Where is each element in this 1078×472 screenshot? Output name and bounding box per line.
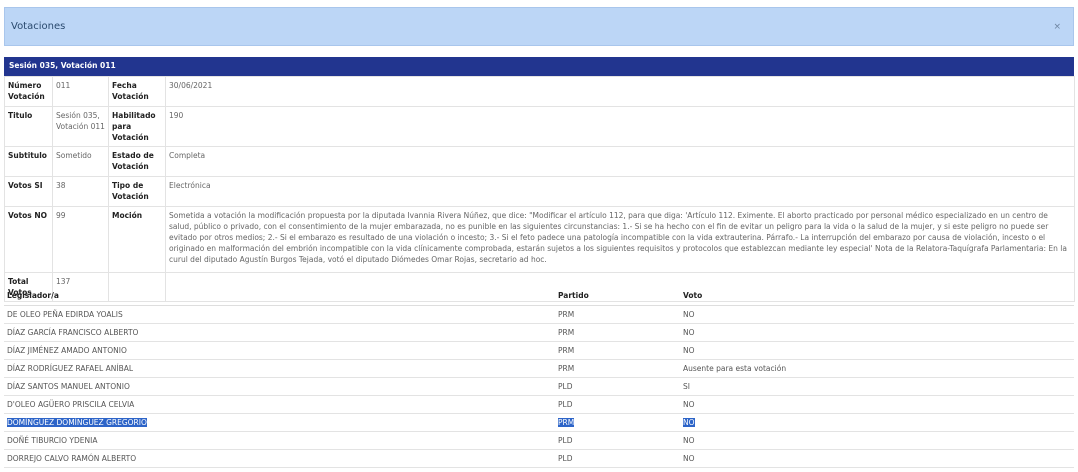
session-heading: Sesión 035, Votación 011	[4, 57, 1074, 76]
table-row: DORREJO CALVO RAMÓN ALBERTO PLD NO	[4, 449, 1074, 468]
legislator-link[interactable]: DÍAZ GARCÍA FRANCISCO ALBERTO	[4, 323, 555, 342]
table-row: DÍAZ GARCÍA FRANCISCO ALBERTO PRM NO	[4, 323, 1074, 342]
subtitulo-label: Subtitulo	[4, 146, 53, 177]
vote-cell: NO	[680, 395, 1074, 414]
numero-value: 011	[52, 76, 109, 107]
party-cell: PLD	[555, 395, 680, 414]
legislator-link[interactable]: DE OLEO PEÑA EDIRDA YOALIS	[4, 305, 555, 324]
modal-title: Votaciones	[11, 21, 66, 32]
party-cell: PRM	[555, 341, 680, 360]
table-row: DÍAZ SANTOS MANUEL ANTONIO PLD SI	[4, 377, 1074, 396]
vote-cell: Ausente para esta votación	[680, 359, 1074, 378]
party-cell: PLD	[555, 431, 680, 450]
votos-si-label: Votos SI	[4, 176, 53, 207]
votos-no-label: Votos NO	[4, 206, 53, 273]
header-voto: Voto	[680, 288, 1074, 306]
habilitado-value: 190	[165, 106, 1075, 147]
vote-cell: NO	[680, 305, 1074, 324]
tipo-value: Electrónica	[165, 176, 1075, 207]
table-row: DE OLEO PEÑA EDIRDA YOALIS PRM NO	[4, 305, 1074, 324]
vote-cell: NO	[680, 323, 1074, 342]
voting-details-table: Número Votación 011 Fecha Votación 30/06…	[4, 76, 1075, 302]
party-cell: PRM	[555, 359, 680, 378]
legislator-link[interactable]: DÍAZ RODRÍGUEZ RAFAEL ANÍBAL	[4, 359, 555, 378]
fecha-value: 30/06/2021	[165, 76, 1075, 107]
habilitado-label: Habilitado para Votación	[108, 106, 166, 147]
party-cell: PLD	[555, 377, 680, 396]
party-cell: PRM	[558, 418, 575, 427]
legislator-link[interactable]: DOÑÉ TIBURCIO YDENIA	[4, 431, 555, 450]
subtitulo-value: Sometido	[52, 146, 109, 177]
table-row: DÍAZ RODRÍGUEZ RAFAEL ANÍBAL PRM Ausente…	[4, 359, 1074, 378]
legislator-link[interactable]: DORREJO CALVO RAMÓN ALBERTO	[4, 449, 555, 468]
close-icon[interactable]: ×	[1053, 22, 1061, 32]
party-cell: PLD	[555, 449, 680, 468]
votos-no-value: 99	[52, 206, 109, 273]
mocion-label: Moción	[108, 206, 166, 273]
legislator-link[interactable]: DOMÍNGUEZ DOMÍNGUEZ GREGORIO	[7, 418, 147, 427]
header-partido: Partido	[555, 288, 680, 306]
numero-label: Número Votación	[4, 76, 53, 107]
votos-si-value: 38	[52, 176, 109, 207]
vote-cell: NO	[680, 341, 1074, 360]
table-row: D'OLEO AGÜERO PRISCILA CELVIA PLD NO	[4, 395, 1074, 414]
vote-cell: NO	[683, 418, 695, 427]
vote-cell: NO	[680, 431, 1074, 450]
party-cell: PRM	[555, 305, 680, 324]
party-cell: PRM	[555, 323, 680, 342]
tipo-label: Tipo de Votación	[108, 176, 166, 207]
estado-label: Estado de Votación	[108, 146, 166, 177]
titulo-label: Titulo	[4, 106, 53, 147]
vote-cell: SI	[680, 377, 1074, 396]
vote-cell: NO	[680, 449, 1074, 468]
modal-header: Votaciones ×	[4, 7, 1074, 46]
fecha-label: Fecha Votación	[108, 76, 166, 107]
legislator-link[interactable]: D'OLEO AGÜERO PRISCILA CELVIA	[4, 395, 555, 414]
table-row: DÍAZ JIMÉNEZ AMADO ANTONIO PRM NO	[4, 341, 1074, 360]
table-row: DOÑÉ TIBURCIO YDENIA PLD NO	[4, 431, 1074, 450]
table-row-selected: DOMÍNGUEZ DOMÍNGUEZ GREGORIO PRM NO	[4, 413, 1074, 432]
legislator-link[interactable]: DÍAZ JIMÉNEZ AMADO ANTONIO	[4, 341, 555, 360]
header-legislador: Legislador/a	[4, 288, 555, 306]
estado-value: Completa	[165, 146, 1075, 177]
votes-table: Legislador/a Partido Voto DE OLEO PEÑA E…	[4, 288, 1074, 468]
mocion-value: Sometida a votación la modificación prop…	[165, 206, 1075, 273]
titulo-value: Sesión 035, Votación 011	[52, 106, 109, 147]
legislator-link[interactable]: DÍAZ SANTOS MANUEL ANTONIO	[4, 377, 555, 396]
